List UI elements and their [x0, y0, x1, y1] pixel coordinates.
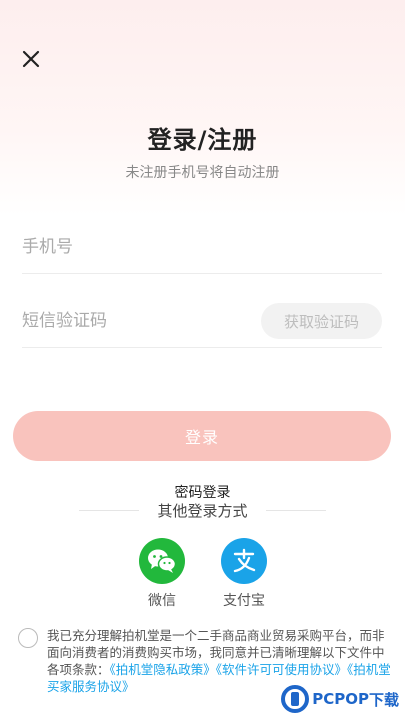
close-button[interactable]: [18, 46, 44, 72]
watermark-icon: [281, 685, 310, 713]
page-title: 登录/注册: [147, 126, 258, 154]
wechat-icon: [139, 538, 185, 584]
sms-code-input[interactable]: [22, 310, 242, 331]
alipay-login-button[interactable]: 支付宝: [214, 538, 274, 610]
wechat-login-button[interactable]: 微信: [132, 538, 192, 610]
phone-input[interactable]: [22, 236, 382, 257]
page-subtitle: 未注册手机号将自动注册: [125, 165, 280, 181]
code-field-row: 获取验证码: [22, 294, 382, 348]
wechat-label: 微信: [148, 593, 176, 609]
software-license-link[interactable]: 《软件许可可使用协议》: [216, 662, 347, 677]
divider-left: [79, 509, 140, 511]
alipay-icon: [221, 538, 267, 584]
close-icon: [22, 50, 40, 68]
phone-field-row: [22, 220, 382, 274]
agreement-checkbox[interactable]: [18, 628, 38, 648]
watermark-suffix: 下载: [368, 690, 399, 709]
password-login-link[interactable]: 密码登录: [0, 484, 405, 498]
other-methods-label: 其他登录方式: [157, 501, 248, 520]
login-button[interactable]: 登录: [13, 411, 391, 461]
watermark-brand: PCPOP: [312, 690, 369, 708]
privacy-policy-link[interactable]: 《拍机堂隐私政策》: [110, 662, 216, 677]
get-code-button[interactable]: 获取验证码: [261, 303, 382, 339]
other-methods-divider: 其他登录方式: [0, 500, 405, 520]
watermark-logo: PCPOP 下载: [281, 682, 399, 716]
divider-right: [265, 509, 326, 511]
alipay-label: 支付宝: [223, 593, 265, 609]
